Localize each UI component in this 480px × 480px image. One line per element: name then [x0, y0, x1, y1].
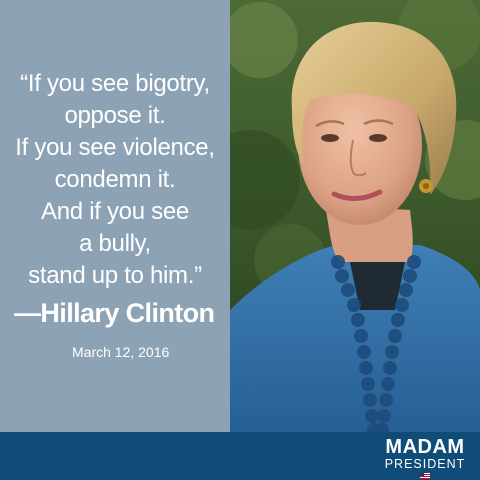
quote-line: If you see violence, [15, 134, 215, 161]
quote-attribution: —Hillary Clinton [14, 298, 215, 328]
madam-president-logo: MADAM PRESIDENT [384, 437, 466, 479]
quote-date: March 12, 2016 [72, 344, 170, 360]
quote-text: “If you see bigotry, oppose it. If you s… [0, 68, 230, 292]
quote-panel: “If you see bigotry, oppose it. If you s… [0, 0, 230, 432]
quote-line: a bully, [79, 230, 151, 257]
quote-line: And if you see [41, 198, 189, 225]
quote-line: stand up to him.” [28, 262, 202, 289]
quote-line: “If you see bigotry, [20, 70, 210, 97]
brand-line-2: PRESIDENT [384, 457, 466, 471]
brand-line-1: MADAM [385, 436, 465, 458]
quote-line: oppose it. [64, 102, 166, 129]
portrait-photo [230, 0, 480, 432]
flag-icon [420, 473, 430, 479]
quote-line: condemn it. [54, 166, 176, 193]
